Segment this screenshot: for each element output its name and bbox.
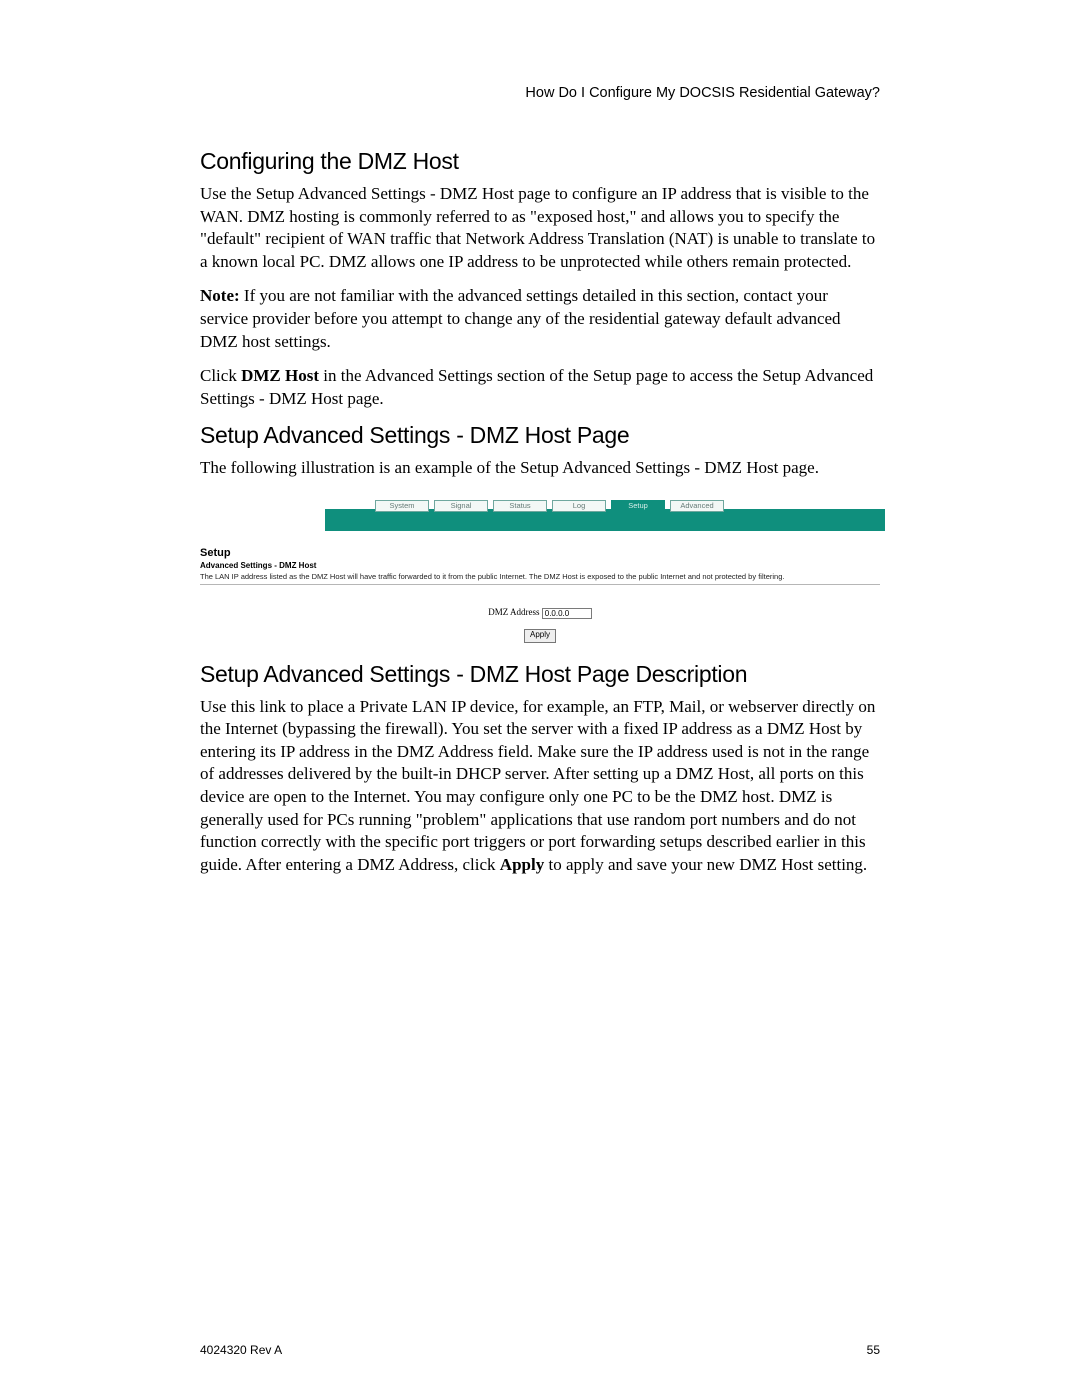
heading-dmz-host-page: Setup Advanced Settings - DMZ Host Page (200, 422, 880, 449)
router-panel-desc: The LAN IP address listed as the DMZ Hos… (200, 572, 880, 581)
router-header-bar (325, 509, 885, 531)
tab-log[interactable]: Log (552, 500, 606, 512)
tab-signal[interactable]: Signal (434, 500, 488, 512)
apply-bold: Apply (500, 855, 544, 874)
text: Click (200, 366, 241, 385)
paragraph: Use the Setup Advanced Settings - DMZ Ho… (200, 183, 880, 273)
tab-advanced[interactable]: Advanced (670, 500, 724, 512)
paragraph: Note: If you are not familiar with the a… (200, 285, 880, 353)
dmz-host-bold: DMZ Host (241, 366, 319, 385)
router-tabs-row: System Signal Status Log Setup Advanced (375, 494, 880, 508)
footer-page-number: 55 (867, 1343, 880, 1357)
heading-dmz-page-description: Setup Advanced Settings - DMZ Host Page … (200, 661, 880, 688)
divider (200, 584, 880, 585)
tab-setup[interactable]: Setup (611, 500, 665, 512)
paragraph: The following illustration is an example… (200, 457, 880, 480)
router-panel-subtitle: Advanced Settings - DMZ Host (200, 561, 880, 570)
tab-status[interactable]: Status (493, 500, 547, 512)
dmz-address-label: DMZ Address (488, 607, 539, 617)
tab-system[interactable]: System (375, 500, 429, 512)
paragraph: Use this link to place a Private LAN IP … (200, 696, 880, 877)
text: Use this link to place a Private LAN IP … (200, 697, 875, 874)
footer-doc-id: 4024320 Rev A (200, 1343, 282, 1357)
text: to apply and save your new DMZ Host sett… (544, 855, 867, 874)
note-label: Note: (200, 286, 240, 305)
paragraph: Click DMZ Host in the Advanced Settings … (200, 365, 880, 410)
apply-button[interactable]: Apply (524, 629, 556, 643)
router-panel-title: Setup (200, 547, 880, 559)
running-header: How Do I Configure My DOCSIS Residential… (525, 85, 880, 101)
dmz-address-input[interactable] (542, 608, 592, 619)
text: If you are not familiar with the advance… (200, 286, 841, 350)
heading-configuring-dmz: Configuring the DMZ Host (200, 148, 880, 175)
router-screenshot: System Signal Status Log Setup Advanced … (200, 494, 880, 642)
